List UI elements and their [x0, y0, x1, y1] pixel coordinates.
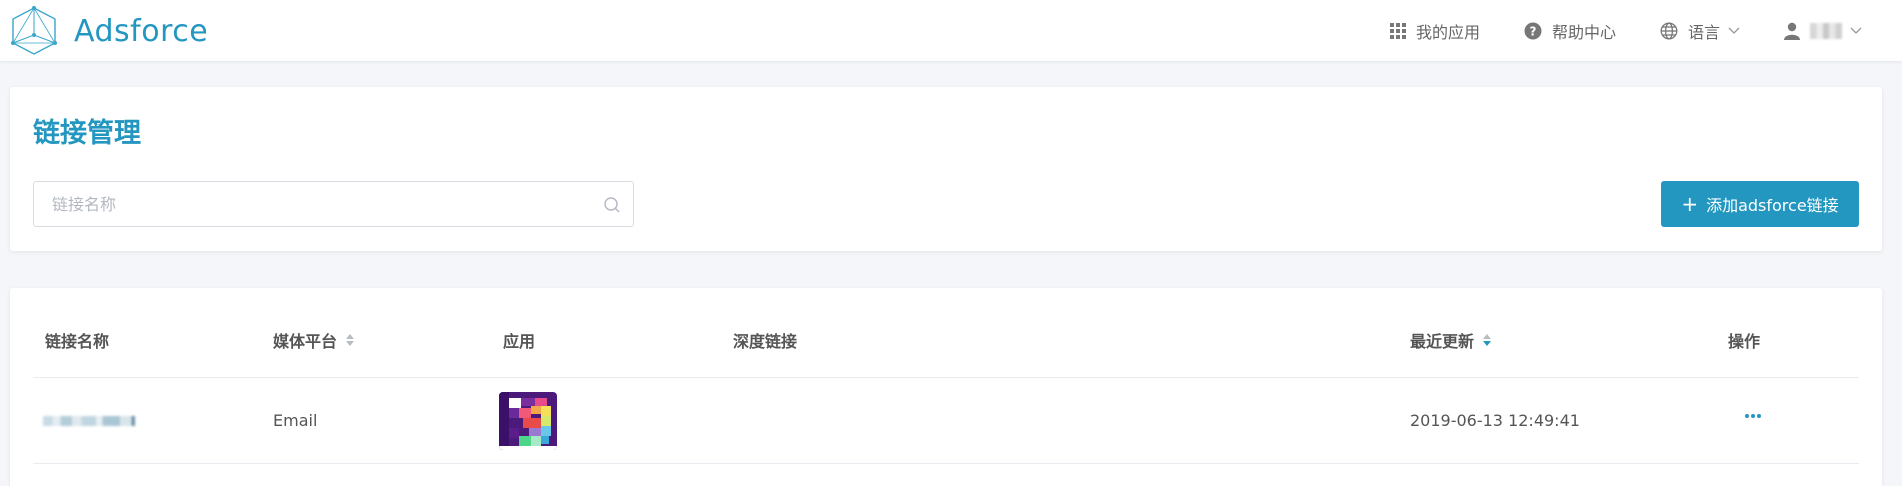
column-header-app: 应用 — [503, 328, 535, 352]
column-header-updated-label: 最近更新 — [1410, 332, 1475, 351]
link-name-blurred[interactable] — [43, 416, 139, 426]
nav-language[interactable]: 语言 — [1660, 19, 1740, 43]
grid-icon — [1389, 23, 1406, 39]
chevron-down-icon — [1850, 27, 1862, 34]
nav-user-menu[interactable] — [1784, 22, 1862, 40]
column-header-app-label: 应用 — [503, 332, 536, 351]
add-link-button[interactable]: + 添加adsforce链接 — [1661, 181, 1859, 227]
column-header-name-label: 链接名称 — [45, 332, 110, 351]
logo-icon — [11, 6, 57, 55]
user-name-blurred — [1810, 23, 1842, 39]
updated-cell: 2019-06-13 12:49:41 — [1410, 411, 1580, 430]
search-box — [33, 181, 634, 227]
filter-card: 链接管理 + 添加adsforce链接 — [10, 87, 1882, 251]
links-table: 链接名称 媒体平台 应用 深度链接 最近更新 操作 Email 2019-06-… — [33, 288, 1859, 464]
search-input[interactable] — [34, 182, 633, 226]
help-icon: ? — [1524, 22, 1542, 40]
top-header: Adsforce 我的应用 ? 帮助中心 语言 — [0, 0, 1902, 62]
search-icon[interactable] — [603, 196, 621, 214]
add-link-button-label: 添加adsforce链接 — [1706, 196, 1839, 215]
page-title: 链接管理 — [33, 118, 141, 149]
column-header-name: 链接名称 — [45, 328, 109, 352]
globe-icon — [1660, 22, 1678, 40]
nav-language-label: 语言 — [1687, 23, 1720, 42]
platform-cell: Email — [273, 411, 318, 430]
plus-icon: + — [1681, 192, 1699, 216]
nav-my-apps-label: 我的应用 — [1415, 23, 1480, 42]
links-table-card: 链接名称 媒体平台 应用 深度链接 最近更新 操作 Email 2019-06-… — [10, 288, 1882, 486]
nav-help[interactable]: ? 帮助中心 — [1524, 19, 1616, 43]
table-header: 链接名称 媒体平台 应用 深度链接 最近更新 操作 — [33, 288, 1859, 378]
sort-desc-icon[interactable] — [1482, 333, 1492, 347]
more-actions-icon[interactable] — [1743, 408, 1763, 424]
app-name: Adsforce — [74, 13, 209, 49]
column-header-platform[interactable]: 媒体平台 — [273, 328, 355, 352]
sort-icon[interactable] — [345, 333, 355, 347]
nav-my-apps[interactable]: 我的应用 — [1389, 19, 1480, 43]
logo[interactable]: Adsforce — [8, 4, 208, 58]
column-header-deeplink: 深度链接 — [733, 328, 797, 352]
top-nav: 我的应用 ? 帮助中心 语言 — [1346, 0, 1862, 62]
nav-help-label: 帮助中心 — [1551, 23, 1616, 42]
svg-text:?: ? — [1529, 25, 1536, 39]
column-header-deeplink-label: 深度链接 — [733, 332, 798, 351]
chevron-down-icon — [1728, 27, 1740, 34]
table-row[interactable]: Email 2019-06-13 12:49:41 — [33, 378, 1859, 464]
column-header-actions-label: 操作 — [1728, 332, 1761, 351]
app-icon — [499, 392, 557, 450]
column-header-updated[interactable]: 最近更新 — [1410, 328, 1492, 352]
user-icon — [1784, 22, 1800, 40]
column-header-platform-label: 媒体平台 — [273, 332, 338, 351]
column-header-actions: 操作 — [1728, 328, 1760, 352]
